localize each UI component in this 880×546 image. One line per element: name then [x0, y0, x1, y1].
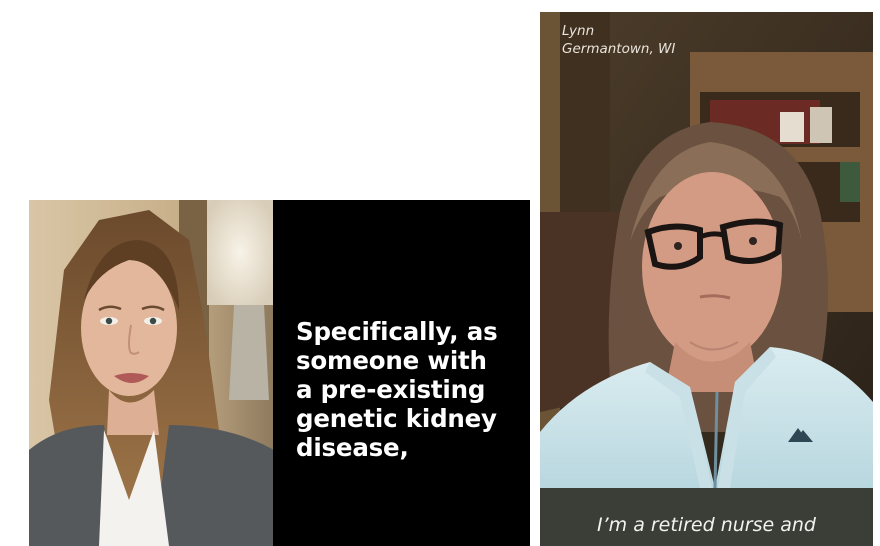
left-speaker-photo [29, 200, 273, 546]
right-caption-bar: I’m a retired nurse and [540, 488, 873, 546]
right-caption-text: I’m a retired nurse and [597, 514, 816, 536]
right-video-frame[interactable]: Lynn Germantown, WI I’m a retired nurse … [540, 12, 873, 546]
speaker-name: Lynn [562, 23, 595, 39]
speaker-location: Germantown, WI [562, 41, 676, 57]
right-speaker-photo [540, 12, 873, 488]
left-caption-panel: Specifically, as someone with a pre-exis… [273, 200, 530, 546]
left-video-frame[interactable]: Specifically, as someone with a pre-exis… [29, 200, 530, 546]
left-caption-text: Specifically, as someone with a pre-exis… [296, 317, 498, 462]
speaker-label: Lynn Germantown, WI [562, 22, 675, 58]
